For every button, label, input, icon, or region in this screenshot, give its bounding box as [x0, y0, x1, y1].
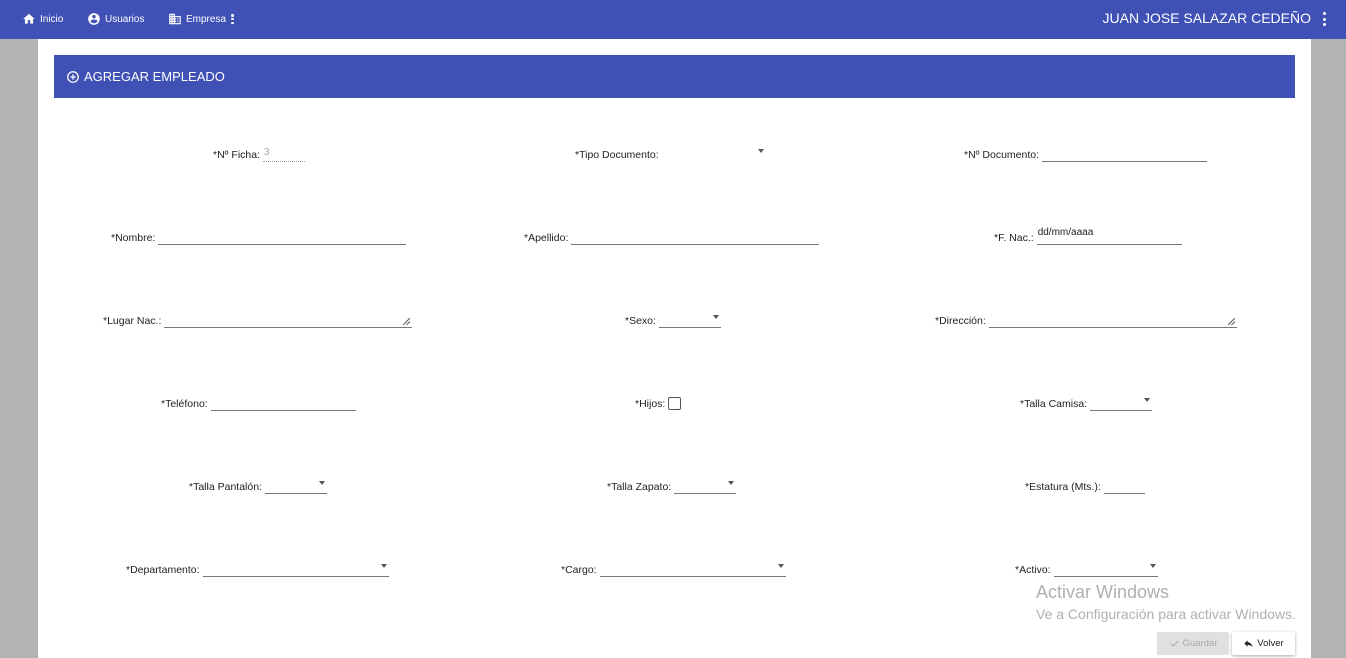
chevron-down-icon	[380, 564, 387, 568]
resize-grip-icon[interactable]	[403, 318, 411, 325]
talla-zapato-select[interactable]	[674, 478, 737, 494]
sexo-field: *Sexo:	[625, 308, 721, 328]
nav-users-label: Usuarios	[105, 13, 145, 25]
cargo-field: *Cargo:	[561, 557, 786, 577]
chevron-down-icon	[1144, 398, 1151, 402]
telefono-label: *Teléfono:	[161, 398, 208, 410]
back-button[interactable]: Volver	[1232, 632, 1295, 655]
activo-field: *Activo:	[1015, 557, 1158, 577]
ficha-label: *Nº Ficha:	[213, 149, 261, 161]
windows-activation-title: Activar Windows	[1036, 582, 1170, 602]
save-button[interactable]: Guardar	[1157, 632, 1229, 655]
ficha-input[interactable]: 3	[263, 146, 306, 162]
nav-home-label: Inicio	[40, 13, 64, 25]
estatura-input[interactable]	[1103, 478, 1145, 494]
tipo-documento-select[interactable]	[662, 146, 766, 162]
user-menu-icon[interactable]	[1321, 12, 1327, 26]
talla-camisa-select[interactable]	[1090, 395, 1153, 411]
talla-zapato-field: *Talla Zapato:	[607, 474, 737, 494]
chevron-down-icon	[757, 149, 764, 153]
add-circle-outline-icon	[67, 70, 79, 83]
lugar-nacimiento-label: *Lugar Nac.:	[103, 315, 162, 327]
direccion-textarea[interactable]	[988, 310, 1237, 328]
tipo-documento-field: *Tipo Documento:	[575, 142, 766, 162]
reply-icon	[1244, 640, 1253, 648]
num-documento-label: *Nº Documento:	[964, 149, 1040, 161]
chevron-down-icon	[318, 481, 325, 485]
form-header: AGREGAR EMPLEADO	[54, 55, 1295, 98]
apellido-input[interactable]	[571, 229, 820, 245]
talla-camisa-field: *Talla Camisa:	[1020, 391, 1153, 411]
form-title: AGREGAR EMPLEADO	[84, 69, 225, 84]
chevron-down-icon	[712, 315, 719, 319]
save-button-label: Guardar	[1182, 638, 1218, 649]
nav-users[interactable]: Usuarios	[87, 10, 144, 28]
nombre-field: *Nombre:	[111, 225, 407, 245]
direccion-label: *Dirección:	[935, 315, 986, 327]
telefono-field: *Teléfono:	[161, 391, 356, 411]
telefono-input[interactable]	[210, 395, 356, 411]
fecha-nacimiento-input[interactable]: dd/mm/aaaa	[1036, 226, 1182, 245]
back-button-label: Volver	[1257, 638, 1284, 649]
fecha-nacimiento-label: *F. Nac.:	[994, 232, 1034, 244]
lugar-nacimiento-textarea[interactable]	[164, 310, 413, 328]
talla-pantalon-label: *Talla Pantalón:	[189, 481, 262, 493]
nav-company-label: Empresa	[186, 13, 227, 25]
ficha-field: *Nº Ficha: 3	[213, 142, 306, 162]
hijos-label: *Hijos:	[635, 398, 666, 410]
lugar-nacimiento-field: *Lugar Nac.:	[103, 308, 413, 328]
talla-zapato-label: *Talla Zapato:	[607, 481, 672, 493]
cargo-label: *Cargo:	[561, 564, 597, 576]
apellido-label: *Apellido:	[524, 232, 569, 244]
activo-select[interactable]	[1053, 561, 1158, 577]
user-name[interactable]: JUAN JOSE SALAZAR CEDEÑO	[1103, 10, 1312, 26]
talla-camisa-label: *Talla Camisa:	[1020, 398, 1088, 410]
apellido-field: *Apellido:	[524, 225, 820, 245]
nav-company[interactable]: Empresa	[168, 10, 234, 28]
direccion-field: *Dirección:	[935, 308, 1237, 328]
hijos-checkbox[interactable]	[668, 397, 682, 410]
more-vert-icon	[231, 14, 234, 24]
sexo-select[interactable]	[658, 312, 721, 328]
sexo-label: *Sexo:	[625, 315, 656, 327]
chevron-down-icon	[728, 481, 735, 485]
estatura-field: *Estatura (Mts.):	[1025, 474, 1145, 494]
check-icon	[1170, 640, 1179, 647]
fecha-nacimiento-field: *F. Nac.: dd/mm/aaaa	[994, 225, 1182, 245]
home-icon	[23, 13, 35, 24]
num-documento-field: *Nº Documento:	[964, 142, 1208, 162]
resize-grip-icon[interactable]	[1227, 318, 1235, 325]
chevron-down-icon	[777, 564, 784, 568]
estatura-label: *Estatura (Mts.):	[1025, 481, 1101, 493]
num-documento-input[interactable]	[1042, 146, 1208, 162]
nombre-label: *Nombre:	[111, 232, 156, 244]
activo-label: *Activo:	[1015, 564, 1051, 576]
chevron-down-icon	[1149, 564, 1156, 568]
departamento-label: *Departamento:	[126, 564, 200, 576]
nombre-input[interactable]	[158, 229, 407, 245]
tipo-documento-label: *Tipo Documento:	[575, 149, 659, 161]
nav-home[interactable]: Inicio	[22, 10, 63, 28]
account-circle-icon	[88, 13, 100, 25]
business-icon	[169, 13, 181, 25]
hijos-field: *Hijos:	[635, 391, 682, 411]
windows-activation-subtitle: Ve a Configuración para activar Windows.	[1036, 606, 1296, 622]
departamento-field: *Departamento:	[126, 557, 389, 577]
departamento-select[interactable]	[202, 561, 389, 577]
talla-pantalon-field: *Talla Pantalón:	[189, 474, 327, 494]
talla-pantalon-select[interactable]	[264, 478, 327, 494]
top-navbar: Inicio Usuarios Empresa JUAN JOSE SALAZA…	[0, 0, 1346, 39]
cargo-select[interactable]	[599, 561, 786, 577]
